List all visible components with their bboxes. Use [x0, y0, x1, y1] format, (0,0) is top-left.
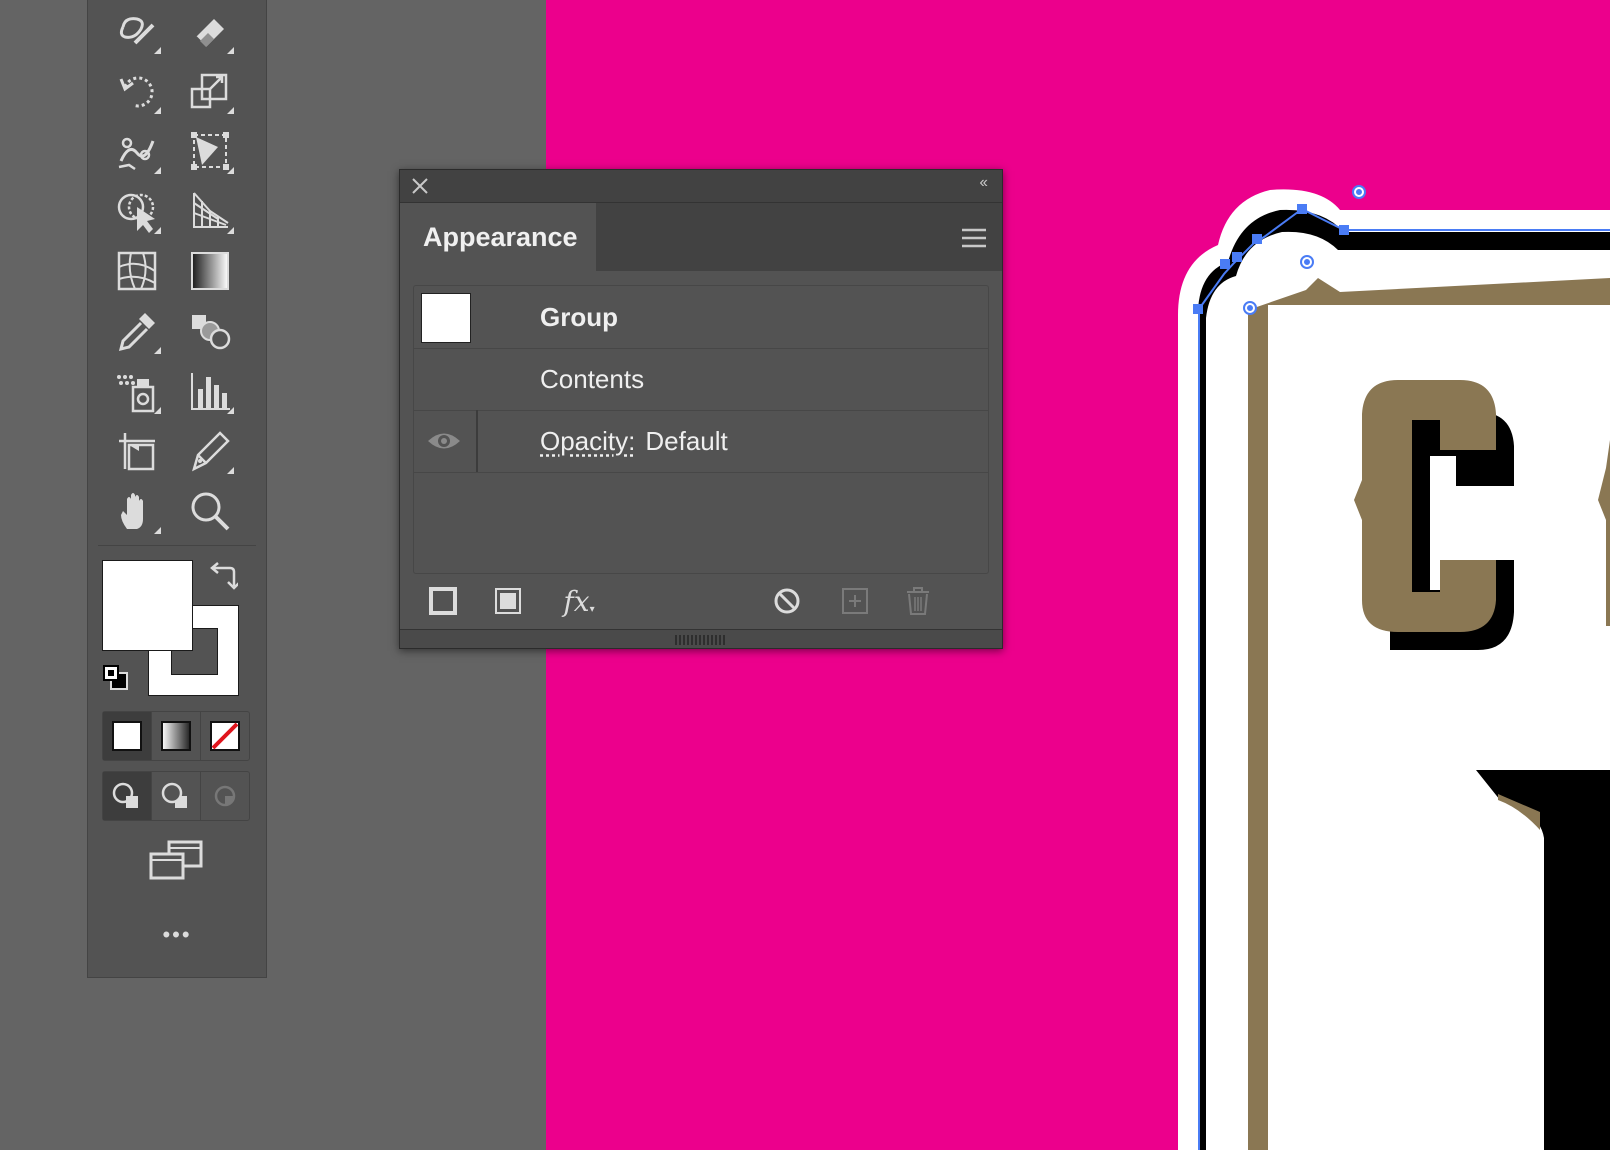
column-graph-tool[interactable] — [186, 368, 234, 414]
delete-item-button[interactable] — [901, 584, 935, 618]
eyedropper-icon — [118, 313, 155, 352]
add-new-stroke-button[interactable] — [426, 584, 460, 618]
perspective-grid-icon — [193, 192, 229, 228]
mesh-tool[interactable] — [113, 248, 161, 294]
eraser-tool[interactable] — [186, 8, 234, 54]
shape-builder-icon — [117, 193, 155, 233]
default-fill-stroke-icon[interactable] — [101, 663, 131, 693]
artboard-icon — [119, 433, 155, 471]
add-new-fill-button[interactable] — [491, 584, 525, 618]
draw-inside-icon — [214, 785, 236, 807]
gradient-tool[interactable] — [186, 248, 234, 294]
free-transform-icon — [191, 132, 229, 170]
symbol-sprayer-tool[interactable] — [113, 368, 161, 414]
mesh-icon — [117, 251, 157, 291]
tools-panel: ••• — [87, 0, 267, 978]
hand-tool[interactable] — [113, 488, 161, 534]
symbol-sprayer-icon — [117, 375, 155, 413]
rotate-tool[interactable] — [113, 68, 161, 114]
appearance-row-contents[interactable]: Contents — [414, 348, 988, 411]
appearance-list: Group Contents Opacity: Default — [413, 285, 989, 574]
gradient-icon — [191, 252, 229, 290]
clear-appearance-button[interactable] — [770, 584, 804, 618]
gradient-swatch-icon — [161, 721, 191, 751]
draw-behind-icon — [161, 782, 187, 808]
color-button[interactable] — [103, 712, 152, 760]
rotate-icon — [119, 76, 154, 108]
shaper-icon — [119, 17, 155, 45]
color-mode-row — [102, 711, 250, 761]
appearance-row-opacity[interactable]: Opacity: Default — [414, 410, 988, 473]
opacity-link[interactable]: Opacity: — [540, 426, 635, 457]
delete-item-icon — [907, 587, 929, 615]
slice-tool[interactable] — [186, 428, 234, 474]
toolbar-separator — [98, 545, 256, 546]
screen-mode-icon[interactable] — [147, 840, 205, 882]
group-thumbnail — [421, 293, 471, 343]
duplicate-item-button[interactable] — [838, 584, 872, 618]
opacity-value: Default — [645, 425, 728, 456]
scale-icon — [190, 73, 228, 109]
sign-artwork[interactable] — [1178, 185, 1610, 1150]
add-stroke-icon — [429, 587, 457, 615]
duplicate-item-icon — [842, 588, 868, 614]
artboard-tool[interactable] — [113, 428, 161, 474]
eraser-icon — [195, 19, 224, 48]
collapse-icon[interactable]: ‹‹ — [979, 174, 988, 192]
slice-icon — [192, 431, 230, 472]
tab-appearance[interactable]: Appearance — [400, 203, 596, 271]
none-button[interactable] — [201, 712, 249, 760]
blend-tool[interactable] — [186, 308, 234, 354]
swap-fill-stroke-icon[interactable] — [208, 562, 238, 592]
fill-swatch[interactable] — [102, 560, 193, 651]
color-icon — [112, 721, 142, 751]
column-graph-icon — [191, 373, 230, 410]
add-fill-icon — [495, 588, 521, 614]
draw-mode-row — [102, 771, 250, 821]
zoom-tool[interactable] — [186, 488, 234, 534]
free-transform-tool[interactable] — [186, 128, 234, 174]
hand-icon — [121, 493, 143, 529]
group-label: Group — [540, 301, 618, 332]
panel-resize-bar[interactable] — [400, 629, 1002, 648]
fx-icon: fx — [563, 584, 590, 618]
puppet-warp-icon — [118, 137, 155, 171]
draw-inside-button[interactable] — [201, 772, 249, 820]
shape-builder-tool[interactable] — [113, 188, 161, 234]
panel-titlebar[interactable]: ‹‹ — [400, 170, 1002, 203]
none-swatch-icon — [210, 721, 240, 751]
zoom-icon — [191, 492, 230, 531]
shaper-tool[interactable] — [113, 8, 161, 54]
eye-icon[interactable] — [426, 428, 462, 454]
eyedropper-tool[interactable] — [113, 308, 161, 354]
clear-appearance-icon — [774, 588, 800, 614]
panel-tabbar: Appearance — [400, 203, 1002, 271]
appearance-panel: ‹‹ Appearance Group Contents Opacity: De… — [399, 169, 1003, 649]
opacity-row-text: Opacity: Default — [540, 410, 728, 472]
perspective-grid-tool[interactable] — [186, 188, 234, 234]
close-icon[interactable] — [410, 176, 430, 196]
draw-normal-button[interactable] — [103, 772, 152, 820]
panel-menu-icon[interactable] — [960, 227, 988, 249]
puppet-warp-tool[interactable] — [113, 128, 161, 174]
contents-label: Contents — [540, 363, 645, 394]
resize-grip-icon[interactable] — [675, 635, 725, 645]
gradient-button[interactable] — [152, 712, 201, 760]
draw-normal-icon — [112, 782, 138, 808]
edit-toolbar-button[interactable]: ••• — [88, 922, 266, 948]
scale-tool[interactable] — [186, 68, 234, 114]
add-new-effect-button[interactable]: fx ▾ — [557, 584, 601, 618]
draw-behind-button[interactable] — [152, 772, 201, 820]
appearance-row-group[interactable]: Group — [414, 286, 988, 349]
blend-icon — [192, 315, 231, 350]
